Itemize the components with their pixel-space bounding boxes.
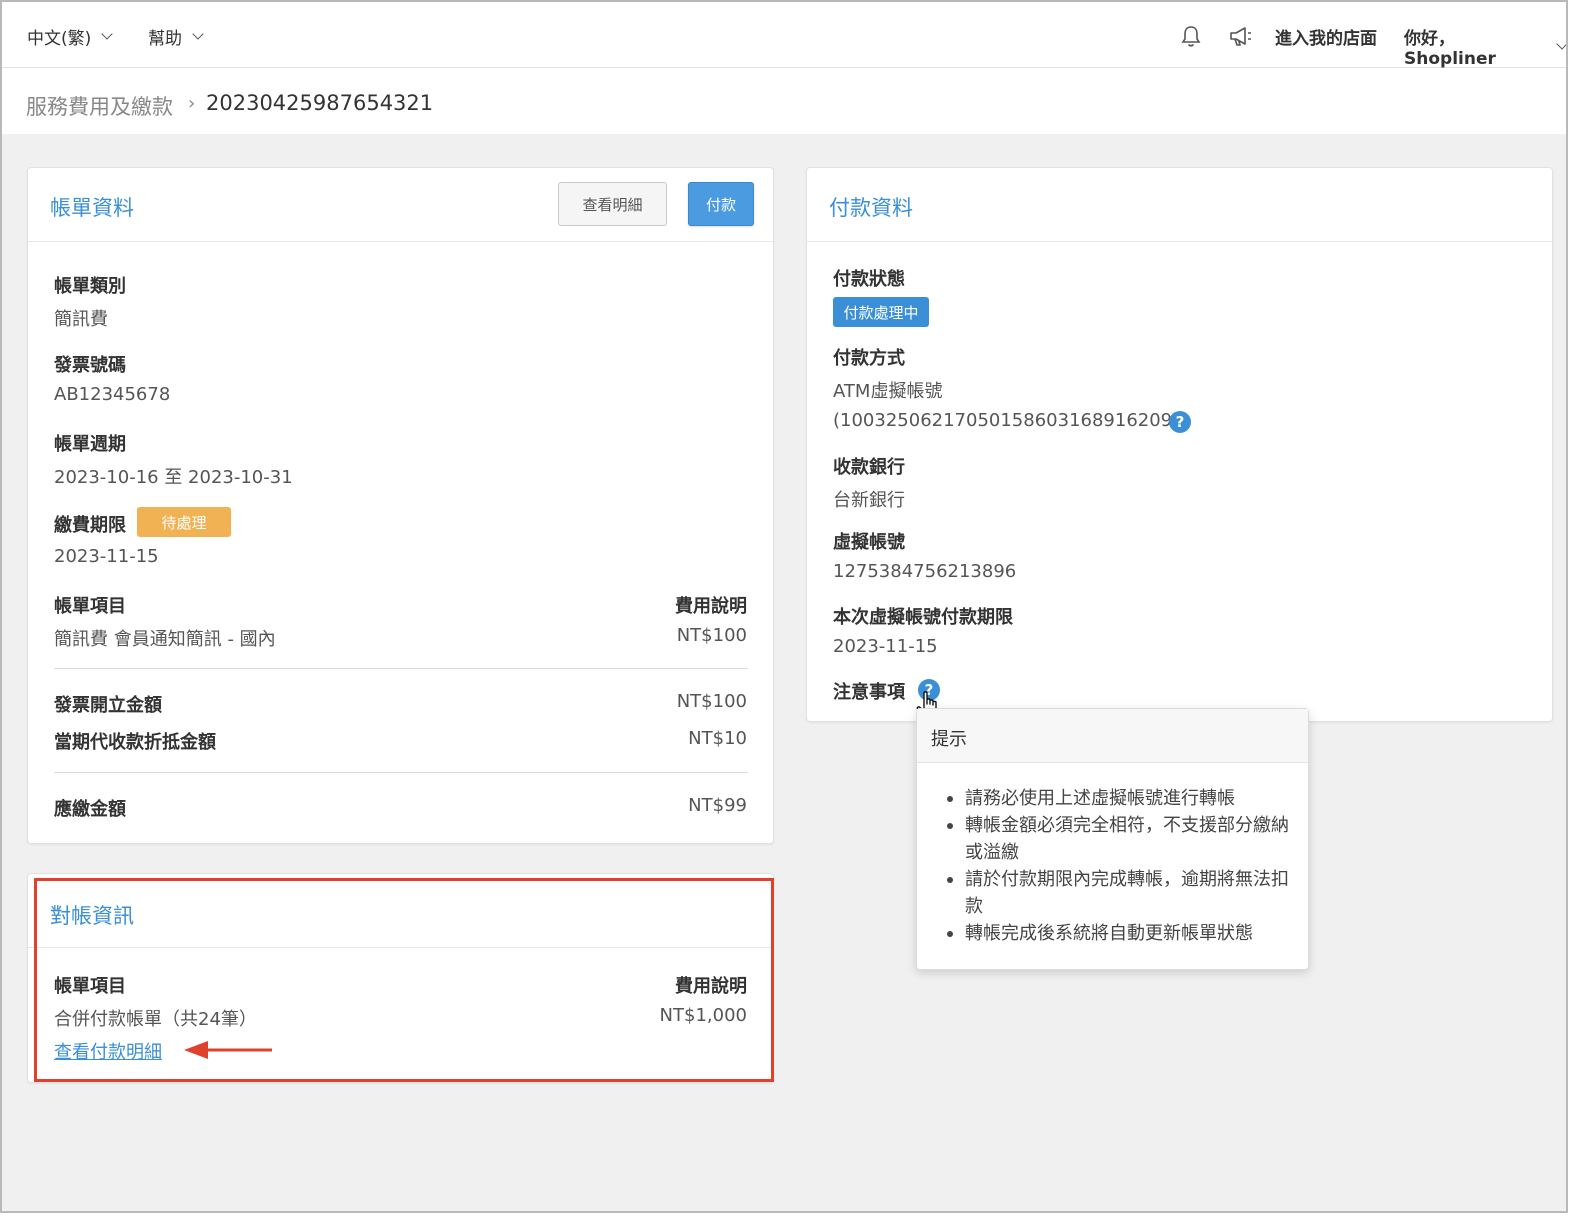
tooltip-title: 提示 (917, 709, 1308, 763)
receiving-bank-label: 收款銀行 (833, 457, 905, 478)
pay-button[interactable]: 付款 (688, 182, 754, 226)
offset-amount-value: NT$10 (688, 728, 747, 749)
help-circle-icon[interactable]: ? (1169, 411, 1191, 433)
chevron-down-icon (192, 28, 204, 40)
invoice-number-value: AB12345678 (54, 384, 171, 405)
payment-info-card: 付款資料 付款狀態 付款處理中 付款方式 ATM虛擬帳號 (1003250621… (806, 167, 1553, 722)
help-label: 幫助 (148, 29, 182, 49)
offset-amount-label: 當期代收款折抵金額 (54, 732, 216, 753)
receiving-bank-value: 台新銀行 (833, 490, 905, 511)
tooltip-list: 請務必使用上述虛擬帳號進行轉帳 轉帳金額必須完全相符，不支援部分繳納或溢繳 請於… (945, 785, 1295, 947)
chevron-down-icon (1556, 38, 1566, 50)
virtual-account-value: 1275384756213896 (833, 561, 1017, 582)
language-dropdown[interactable]: 中文(繁) (27, 24, 113, 49)
top-nav-bar: 中文(繁) 幫助 進入我的店面 你好，Shopliner (2, 2, 1566, 69)
virtual-account-label: 虛擬帳號 (833, 532, 905, 553)
user-menu[interactable]: 你好，Shopliner (1404, 24, 1566, 69)
megaphone-icon[interactable] (1228, 24, 1254, 48)
invoice-amount-label: 發票開立金額 (54, 695, 162, 716)
chevron-down-icon (101, 28, 113, 40)
payment-method-label: 付款方式 (833, 348, 905, 369)
breadcrumb-current: 20230425987654321 (206, 91, 434, 115)
bill-items-header: 帳單項目 (54, 596, 126, 617)
notes-label: 注意事項 (833, 682, 905, 703)
payment-method-account: (10032506217050158603168916209) (833, 410, 1180, 431)
view-details-button[interactable]: 查看明細 (558, 182, 667, 226)
divider (54, 772, 748, 773)
bill-item-name: 簡訊費 會員通知簡訊 - 國內 (54, 629, 276, 650)
bill-period-label: 帳單週期 (54, 434, 126, 455)
payable-amount-value: NT$99 (688, 795, 747, 816)
bill-card-header: 帳單資料 查看明細 付款 (28, 168, 773, 242)
bill-type-label: 帳單類別 (54, 276, 126, 297)
divider (54, 668, 748, 669)
bill-info-card: 帳單資料 查看明細 付款 帳單類別 簡訊費 發票號碼 AB12345678 帳單… (27, 167, 774, 844)
breadcrumb: 服務費用及繳款 › 20230425987654321 (2, 68, 1566, 134)
virtual-deadline-value: 2023-11-15 (833, 636, 938, 657)
bill-period-value: 2023-10-16 至 2023-10-31 (54, 467, 293, 488)
payment-method-value: ATM虛擬帳號 (833, 381, 943, 402)
list-item: 請於付款期限內完成轉帳，逾期將無法扣款 (945, 866, 1295, 920)
store-link[interactable]: 進入我的店面 (1275, 24, 1377, 49)
payment-card-header: 付款資料 (807, 168, 1552, 242)
bill-card-title: 帳單資料 (50, 196, 134, 220)
highlight-box (34, 878, 774, 1082)
list-item: 轉帳金額必須完全相符，不支援部分繳納或溢繳 (945, 812, 1295, 866)
notes-tooltip: 提示 請務必使用上述虛擬帳號進行轉帳 轉帳金額必須完全相符，不支援部分繳納或溢繳… (916, 708, 1309, 970)
bill-type-value: 簡訊費 (54, 309, 108, 330)
bill-item-amount: NT$100 (676, 625, 747, 646)
invoice-amount-value: NT$100 (676, 691, 747, 712)
breadcrumb-parent[interactable]: 服務費用及繳款 (26, 91, 173, 121)
pending-status-badge: 待處理 (137, 507, 231, 537)
list-item: 請務必使用上述虛擬帳號進行轉帳 (945, 785, 1295, 812)
due-date-label: 繳費期限 (54, 515, 126, 536)
breadcrumb-separator-icon: › (188, 93, 196, 114)
language-label: 中文(繁) (27, 29, 92, 49)
app-window: 中文(繁) 幫助 進入我的店面 你好，Shopliner 服務費用及繳款 › 2… (0, 0, 1568, 1213)
payment-status-label: 付款狀態 (833, 269, 905, 290)
list-item: 轉帳完成後系統將自動更新帳單狀態 (945, 920, 1295, 947)
due-date-value: 2023-11-15 (54, 546, 159, 567)
fee-description-header: 費用說明 (675, 596, 747, 617)
payable-amount-label: 應繳金額 (54, 799, 126, 820)
invoice-number-label: 發票號碼 (54, 355, 126, 376)
bell-icon[interactable] (1180, 24, 1202, 48)
virtual-deadline-label: 本次虛擬帳號付款期限 (833, 607, 1013, 628)
store-link-label: 進入我的店面 (1275, 29, 1377, 49)
red-arrow-icon (184, 1041, 272, 1059)
help-dropdown[interactable]: 幫助 (148, 24, 204, 49)
payment-card-title: 付款資料 (829, 196, 913, 220)
payment-status-badge: 付款處理中 (833, 297, 929, 327)
user-greeting: 你好，Shopliner (1404, 29, 1496, 69)
